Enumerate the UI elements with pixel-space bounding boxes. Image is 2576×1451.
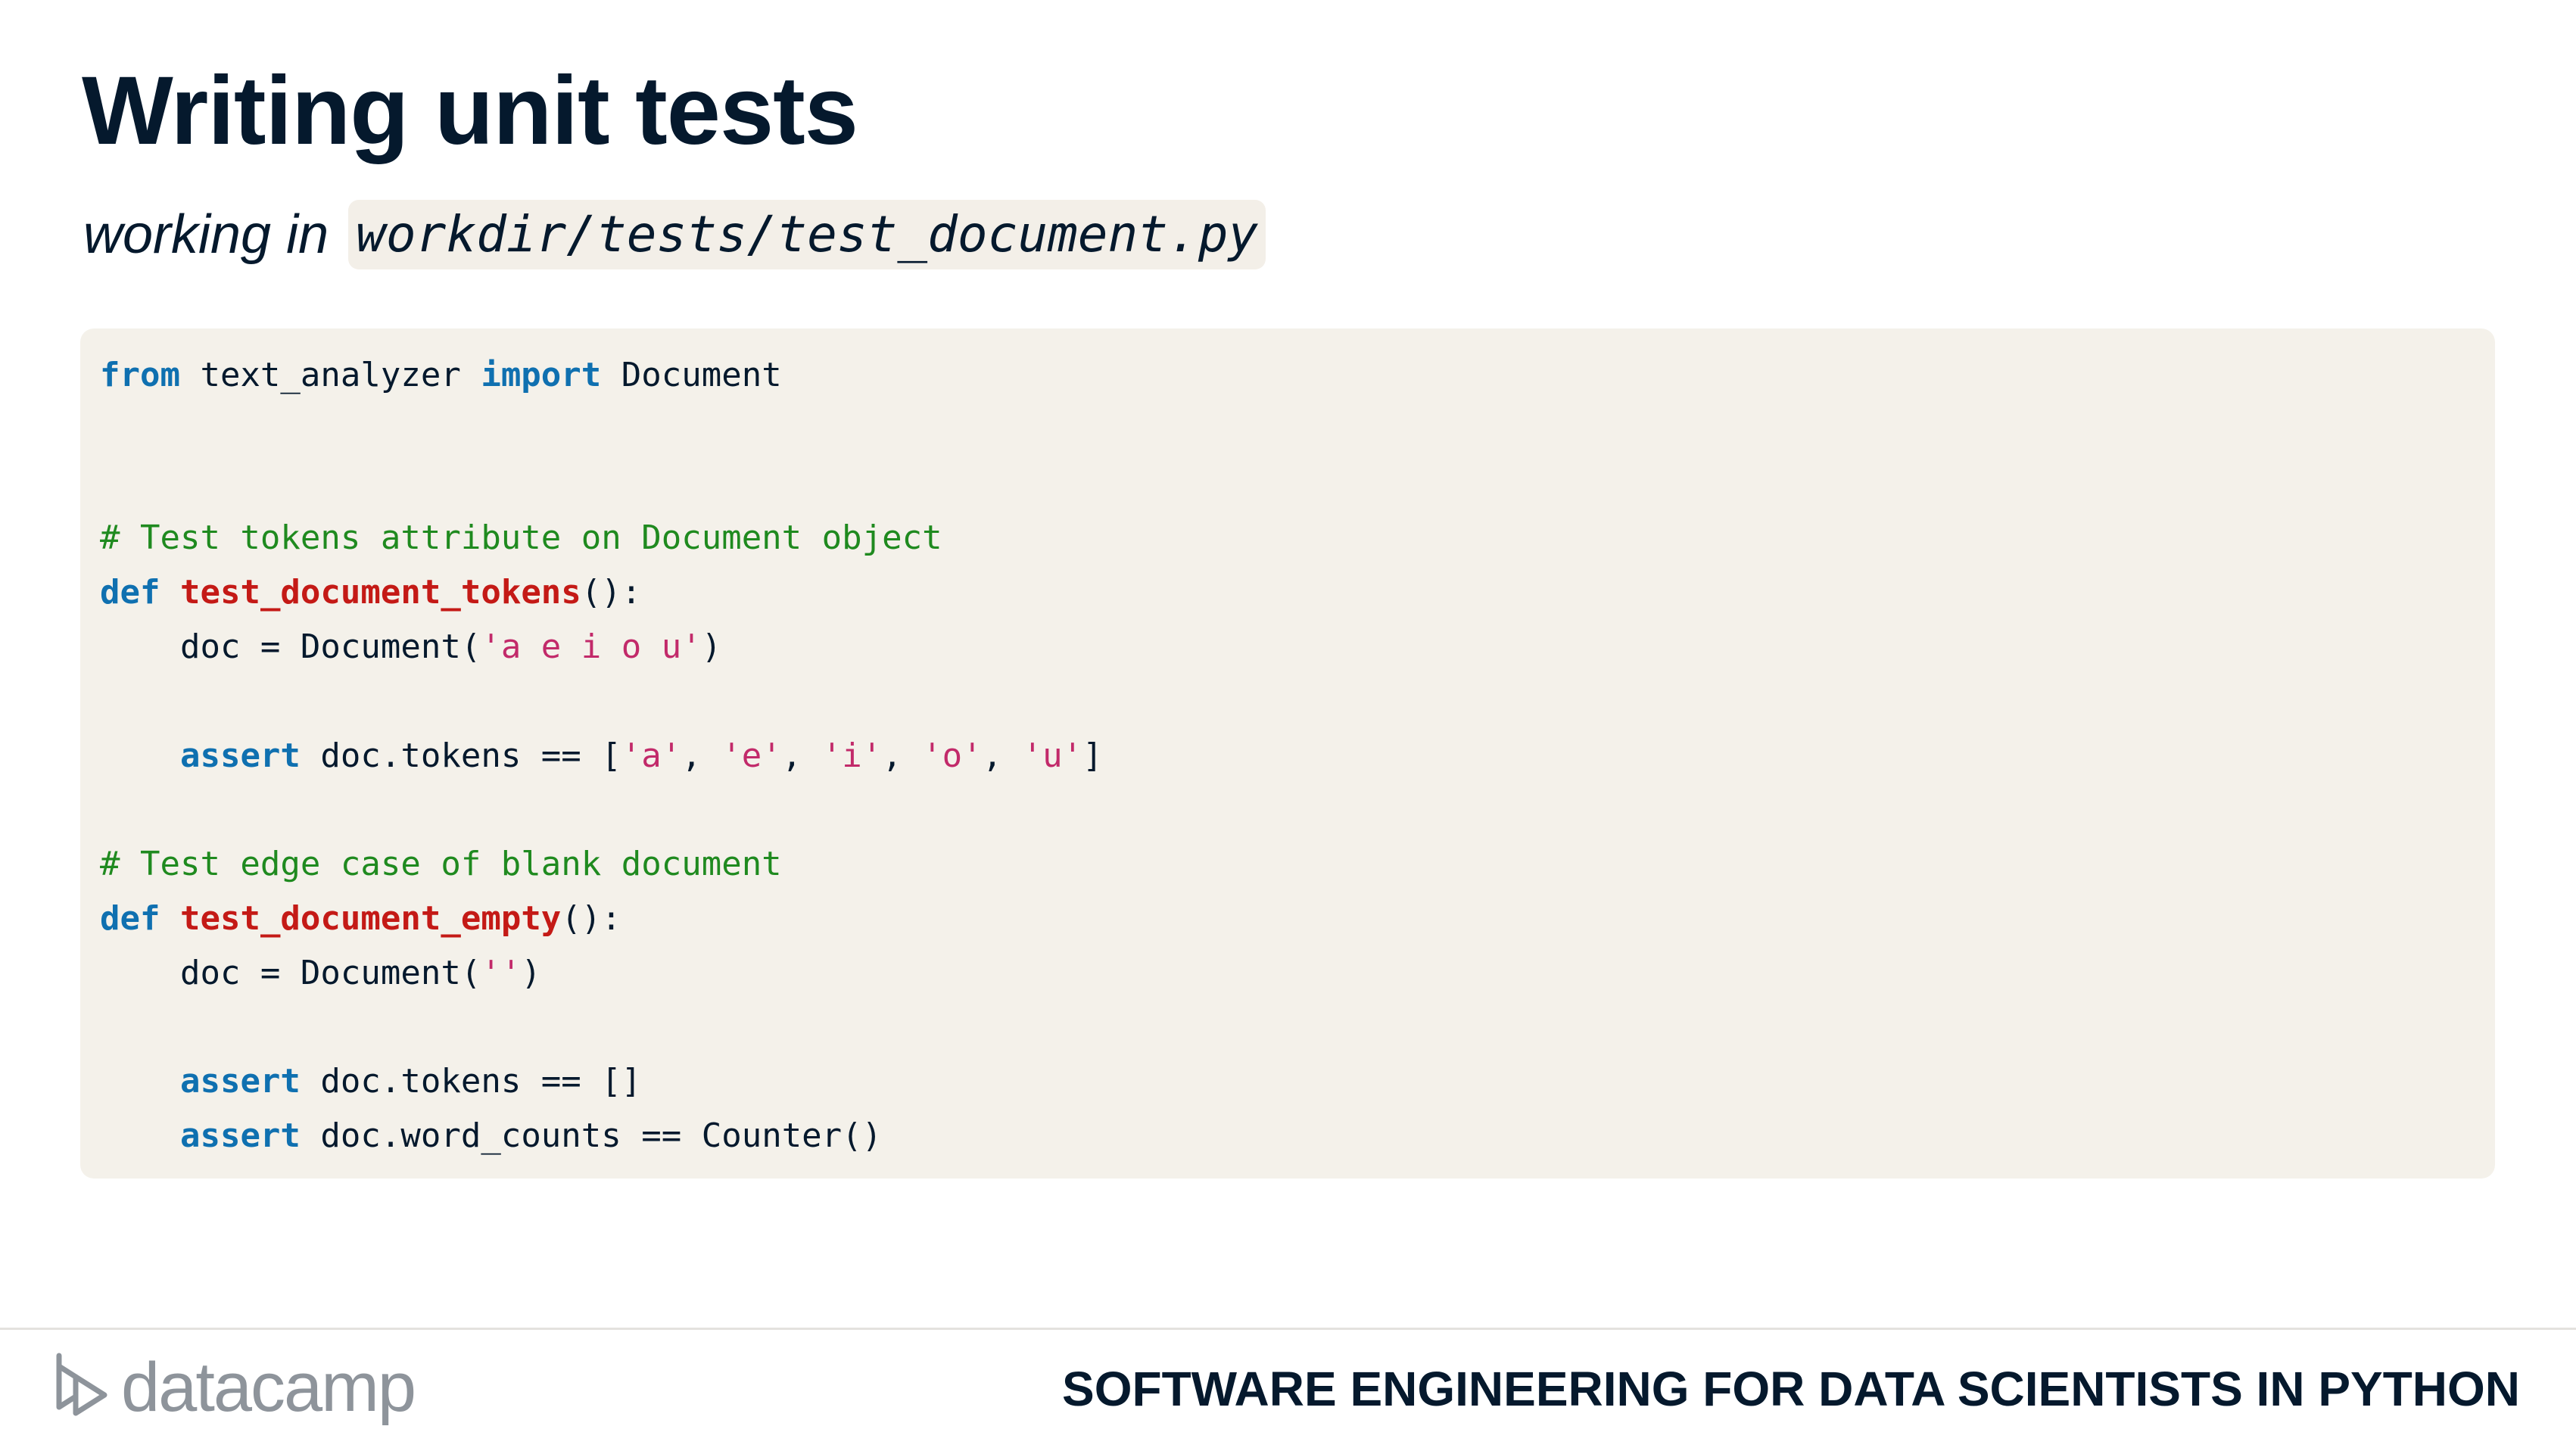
string-literal: 'i' <box>821 736 883 775</box>
footer-divider <box>0 1328 2576 1330</box>
code-punct: ) <box>521 953 541 992</box>
slide: Writing unit tests working in workdir/te… <box>0 0 2576 1451</box>
code-comment: # Test tokens attribute on Document obje… <box>100 518 942 558</box>
code-line-comment-2: # Test edge case of blank document <box>100 837 2495 892</box>
code-text: doc.word_counts == Counter() <box>300 1116 883 1156</box>
code-punct: , <box>681 736 722 775</box>
code-punct: , <box>781 736 822 775</box>
code-line-doc-1: doc = Document('a e i o u') <box>100 620 2495 674</box>
string-literal: 'u' <box>1022 736 1083 775</box>
code-punct: (): <box>581 573 642 612</box>
subtitle-prefix: working in <box>83 204 329 265</box>
code-line-def-empty: def test_document_empty(): <box>100 892 2495 946</box>
string-literal: 'o' <box>922 736 983 775</box>
code-punct: (): <box>561 898 621 938</box>
course-name: SOFTWARE ENGINEERING FOR DATA SCIENTISTS… <box>1062 1362 2520 1416</box>
keyword-def: def <box>100 573 160 612</box>
keyword-assert: assert <box>179 1062 301 1101</box>
code-text: doc = Document( <box>100 953 481 992</box>
code-block: from text_analyzer import Document # Test… <box>80 328 2495 1179</box>
code-line-comment-1: # Test tokens attribute on Document obje… <box>100 511 2495 565</box>
string-literal: 'a' <box>621 736 682 775</box>
file-path-code: workdir/tests/test_document.py <box>348 200 1266 269</box>
code-line-doc-2: doc = Document('') <box>100 946 2495 1001</box>
code-punct: , <box>882 736 923 775</box>
code-text: doc.tokens == [ <box>300 736 621 775</box>
slide-subtitle: working in workdir/tests/test_document.p… <box>83 198 1266 271</box>
slide-title: Writing unit tests <box>82 57 858 165</box>
code-line-assert-1: assert doc.tokens == ['a', 'e', 'i', 'o'… <box>100 729 2495 783</box>
datacamp-logo: datacamp <box>53 1349 416 1426</box>
keyword-assert: assert <box>179 1116 301 1156</box>
imported-class: Document <box>601 356 782 394</box>
code-line-def-tokens: def test_document_tokens(): <box>100 565 2495 620</box>
string-literal: 'e' <box>721 736 782 775</box>
code-text: doc = Document( <box>100 627 481 666</box>
string-literal: '' <box>481 953 522 992</box>
function-name: test_document_tokens <box>179 573 581 612</box>
keyword-import: import <box>481 356 602 394</box>
keyword-assert: assert <box>179 736 301 775</box>
module-name: text_analyzer <box>179 356 481 394</box>
code-listing: from text_analyzer import Document # Test… <box>100 348 2495 1163</box>
datacamp-logo-icon <box>56 1353 107 1416</box>
code-line-import: from text_analyzer import Document <box>100 348 2495 403</box>
string-literal: 'a e i o u' <box>481 627 702 666</box>
code-punct: , <box>982 736 1023 775</box>
keyword-from: from <box>100 356 180 394</box>
code-line-assert-3: assert doc.word_counts == Counter() <box>100 1109 2495 1163</box>
code-punct: ) <box>701 627 722 666</box>
logo-text: datacamp <box>121 1349 416 1426</box>
code-comment: # Test edge case of blank document <box>100 845 782 884</box>
code-text: doc.tokens == [] <box>300 1062 642 1101</box>
keyword-def: def <box>100 898 160 938</box>
code-line-assert-2: assert doc.tokens == [] <box>100 1054 2495 1109</box>
function-name: test_document_empty <box>179 898 562 938</box>
code-punct: ] <box>1082 736 1103 775</box>
